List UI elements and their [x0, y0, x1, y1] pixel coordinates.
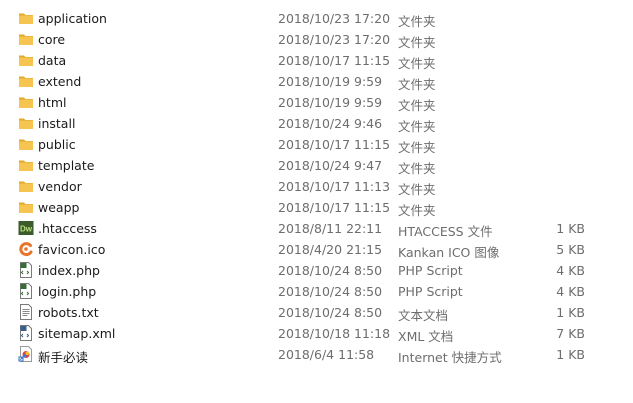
- file-name: extend: [38, 74, 82, 89]
- file-modified-date: 2018/10/19 9:59: [278, 95, 383, 110]
- file-name: data: [38, 53, 67, 68]
- file-type: 文件夹: [398, 56, 436, 71]
- file-modified-date: 2018/10/17 11:15: [278, 53, 391, 68]
- file-row[interactable]: robots.txt 2018/10/24 8:50 文本文档 1 KB: [0, 302, 633, 323]
- file-name: sitemap.xml: [38, 326, 116, 341]
- file-name: core: [38, 32, 66, 47]
- file-size: 1 KB: [556, 305, 585, 320]
- file-modified-date: 2018/8/11 22:11: [278, 221, 383, 236]
- file-type: Kankan ICO 图像: [398, 245, 500, 260]
- file-type: PHP Script: [398, 284, 463, 299]
- file-row[interactable]: html 2018/10/19 9:59 文件夹: [0, 92, 633, 113]
- file-type: 文本文档: [398, 308, 449, 323]
- folder-icon: [18, 178, 34, 194]
- file-row[interactable]: public 2018/10/17 11:15 文件夹: [0, 134, 633, 155]
- file-row[interactable]: extend 2018/10/19 9:59 文件夹: [0, 71, 633, 92]
- file-row[interactable]: login.php 2018/10/24 8:50 PHP Script 4 KB: [0, 281, 633, 302]
- file-row[interactable]: index.php 2018/10/24 8:50 PHP Script 4 KB: [0, 260, 633, 281]
- file-row[interactable]: favicon.ico 2018/4/20 21:15 Kankan ICO 图像 5…: [0, 239, 633, 260]
- file-type: PHP Script: [398, 263, 463, 278]
- file-row[interactable]: data 2018/10/17 11:15 文件夹: [0, 50, 633, 71]
- file-modified-date: 2018/10/24 8:50: [278, 263, 383, 278]
- file-modified-date: 2018/10/17 11:15: [278, 200, 391, 215]
- file-type: 文件夹: [398, 14, 436, 29]
- file-type: 文件夹: [398, 182, 436, 197]
- file-size: 7 KB: [556, 326, 585, 341]
- file-type: HTACCESS 文件: [398, 224, 493, 239]
- file-modified-date: 2018/4/20 21:15: [278, 242, 383, 257]
- file-modified-date: 2018/10/24 8:50: [278, 284, 383, 299]
- file-name: application: [38, 11, 107, 26]
- file-name: vendor: [38, 179, 82, 194]
- php-file-icon: [18, 262, 34, 278]
- file-modified-date: 2018/10/17 11:13: [278, 179, 391, 194]
- dreamweaver-icon: Dw: [18, 220, 34, 236]
- file-name: template: [38, 158, 95, 173]
- file-modified-date: 2018/6/4 11:58: [278, 347, 375, 362]
- file-type: 文件夹: [398, 35, 436, 50]
- file-modified-date: 2018/10/23 17:20: [278, 32, 391, 47]
- file-list: application 2018/10/23 17:20 文件夹 core 2018/1…: [0, 8, 633, 365]
- file-size: 4 KB: [556, 284, 585, 299]
- file-row[interactable]: weapp 2018/10/17 11:15 文件夹: [0, 197, 633, 218]
- svg-text:Dw: Dw: [20, 225, 33, 234]
- file-type: 文件夹: [398, 77, 436, 92]
- file-name: install: [38, 116, 76, 131]
- file-row[interactable]: Dw .htaccess 2018/8/11 22:11 HTACCESS 文件 1 K…: [0, 218, 633, 239]
- php-file-icon: [18, 283, 34, 299]
- file-row[interactable]: 新手必读 2018/6/4 11:58 Internet 快捷方式 1 KB: [0, 344, 633, 365]
- folder-icon: [18, 31, 34, 47]
- folder-icon: [18, 199, 34, 215]
- file-name: robots.txt: [38, 305, 99, 320]
- folder-icon: [18, 10, 34, 26]
- file-row[interactable]: vendor 2018/10/17 11:13 文件夹: [0, 176, 633, 197]
- file-name: weapp: [38, 200, 80, 215]
- file-type: Internet 快捷方式: [398, 350, 502, 365]
- file-type: 文件夹: [398, 98, 436, 113]
- file-modified-date: 2018/10/19 9:59: [278, 74, 383, 89]
- folder-icon: [18, 136, 34, 152]
- file-modified-date: 2018/10/24 9:46: [278, 116, 383, 131]
- folder-icon: [18, 115, 34, 131]
- file-modified-date: 2018/10/17 11:15: [278, 137, 391, 152]
- file-row[interactable]: core 2018/10/23 17:20 文件夹: [0, 29, 633, 50]
- file-name: .htaccess: [38, 221, 97, 236]
- file-row[interactable]: template 2018/10/24 9:47 文件夹: [0, 155, 633, 176]
- file-size: 5 KB: [556, 242, 585, 257]
- file-name: public: [38, 137, 76, 152]
- folder-icon: [18, 52, 34, 68]
- text-file-icon: [18, 304, 34, 320]
- folder-icon: [18, 94, 34, 110]
- file-name: favicon.ico: [38, 242, 106, 257]
- file-type: 文件夹: [398, 119, 436, 134]
- file-size: 4 KB: [556, 263, 585, 278]
- file-size: 1 KB: [556, 347, 585, 362]
- internet-shortcut-icon: [18, 346, 34, 362]
- file-name: login.php: [38, 284, 97, 299]
- file-row[interactable]: application 2018/10/23 17:20 文件夹: [0, 8, 633, 29]
- file-name: index.php: [38, 263, 100, 278]
- file-name: html: [38, 95, 67, 110]
- folder-icon: [18, 157, 34, 173]
- xml-file-icon: [18, 325, 34, 341]
- file-name: 新手必读: [38, 350, 89, 365]
- file-type: 文件夹: [398, 140, 436, 155]
- file-modified-date: 2018/10/24 9:47: [278, 158, 383, 173]
- file-modified-date: 2018/10/24 8:50: [278, 305, 383, 320]
- file-type: 文件夹: [398, 161, 436, 176]
- file-modified-date: 2018/10/18 11:18: [278, 326, 391, 341]
- file-type: XML 文档: [398, 329, 454, 344]
- file-size: 1 KB: [556, 221, 585, 236]
- file-type: 文件夹: [398, 203, 436, 218]
- file-row[interactable]: sitemap.xml 2018/10/18 11:18 XML 文档 7 KB: [0, 323, 633, 344]
- kankan-icon: [18, 241, 34, 257]
- file-modified-date: 2018/10/23 17:20: [278, 11, 391, 26]
- file-row[interactable]: install 2018/10/24 9:46 文件夹: [0, 113, 633, 134]
- folder-icon: [18, 73, 34, 89]
